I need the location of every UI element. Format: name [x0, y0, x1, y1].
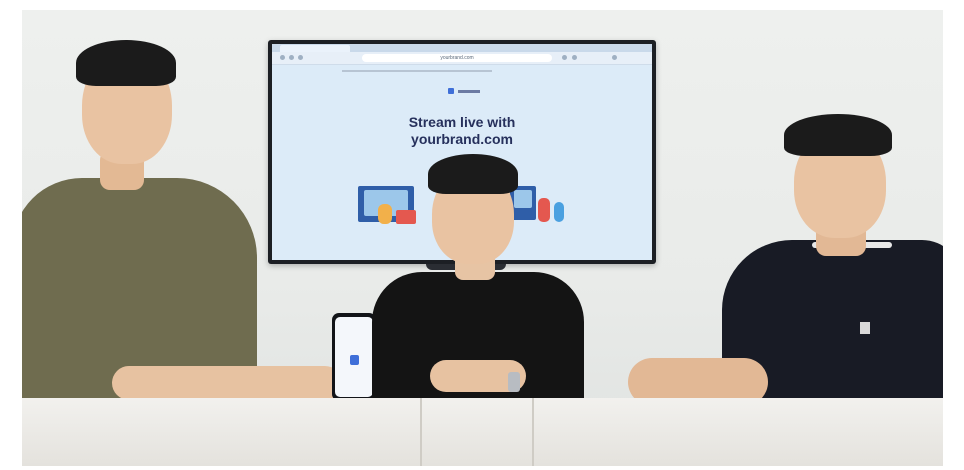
browser-tab	[280, 45, 350, 52]
hair	[76, 40, 176, 86]
wristwatch	[508, 372, 520, 392]
browser-notice-bar	[342, 68, 572, 73]
hair	[428, 154, 518, 194]
hair	[784, 114, 892, 156]
app-logo-icon	[350, 355, 359, 365]
photo: yourbrand.com Stream live with yourbrand…	[22, 10, 943, 466]
conference-table	[22, 398, 943, 466]
table-seam	[532, 398, 534, 466]
site-headline: Stream live with yourbrand.com	[272, 114, 652, 148]
illustration-left	[352, 184, 432, 230]
smartphone	[332, 313, 376, 401]
table-seam	[420, 398, 422, 466]
browser-address-bar: yourbrand.com	[272, 52, 652, 65]
headline-line-1: Stream live with	[408, 114, 516, 130]
phone-screen	[335, 317, 373, 397]
profile-icon	[572, 55, 577, 60]
headline-line-2: yourbrand.com	[411, 131, 513, 147]
reload-icon	[298, 55, 303, 60]
brand-logo-icon	[448, 88, 454, 94]
url-field: yourbrand.com	[362, 54, 552, 62]
illustration-right	[508, 184, 578, 230]
browser-tab-strip	[272, 44, 652, 52]
site-logo	[448, 88, 480, 95]
back-icon	[280, 55, 285, 60]
menu-icon	[612, 55, 617, 60]
left-arm	[112, 366, 342, 400]
forward-icon	[289, 55, 294, 60]
shirt-logo	[860, 322, 870, 334]
extension-icon	[562, 55, 567, 60]
